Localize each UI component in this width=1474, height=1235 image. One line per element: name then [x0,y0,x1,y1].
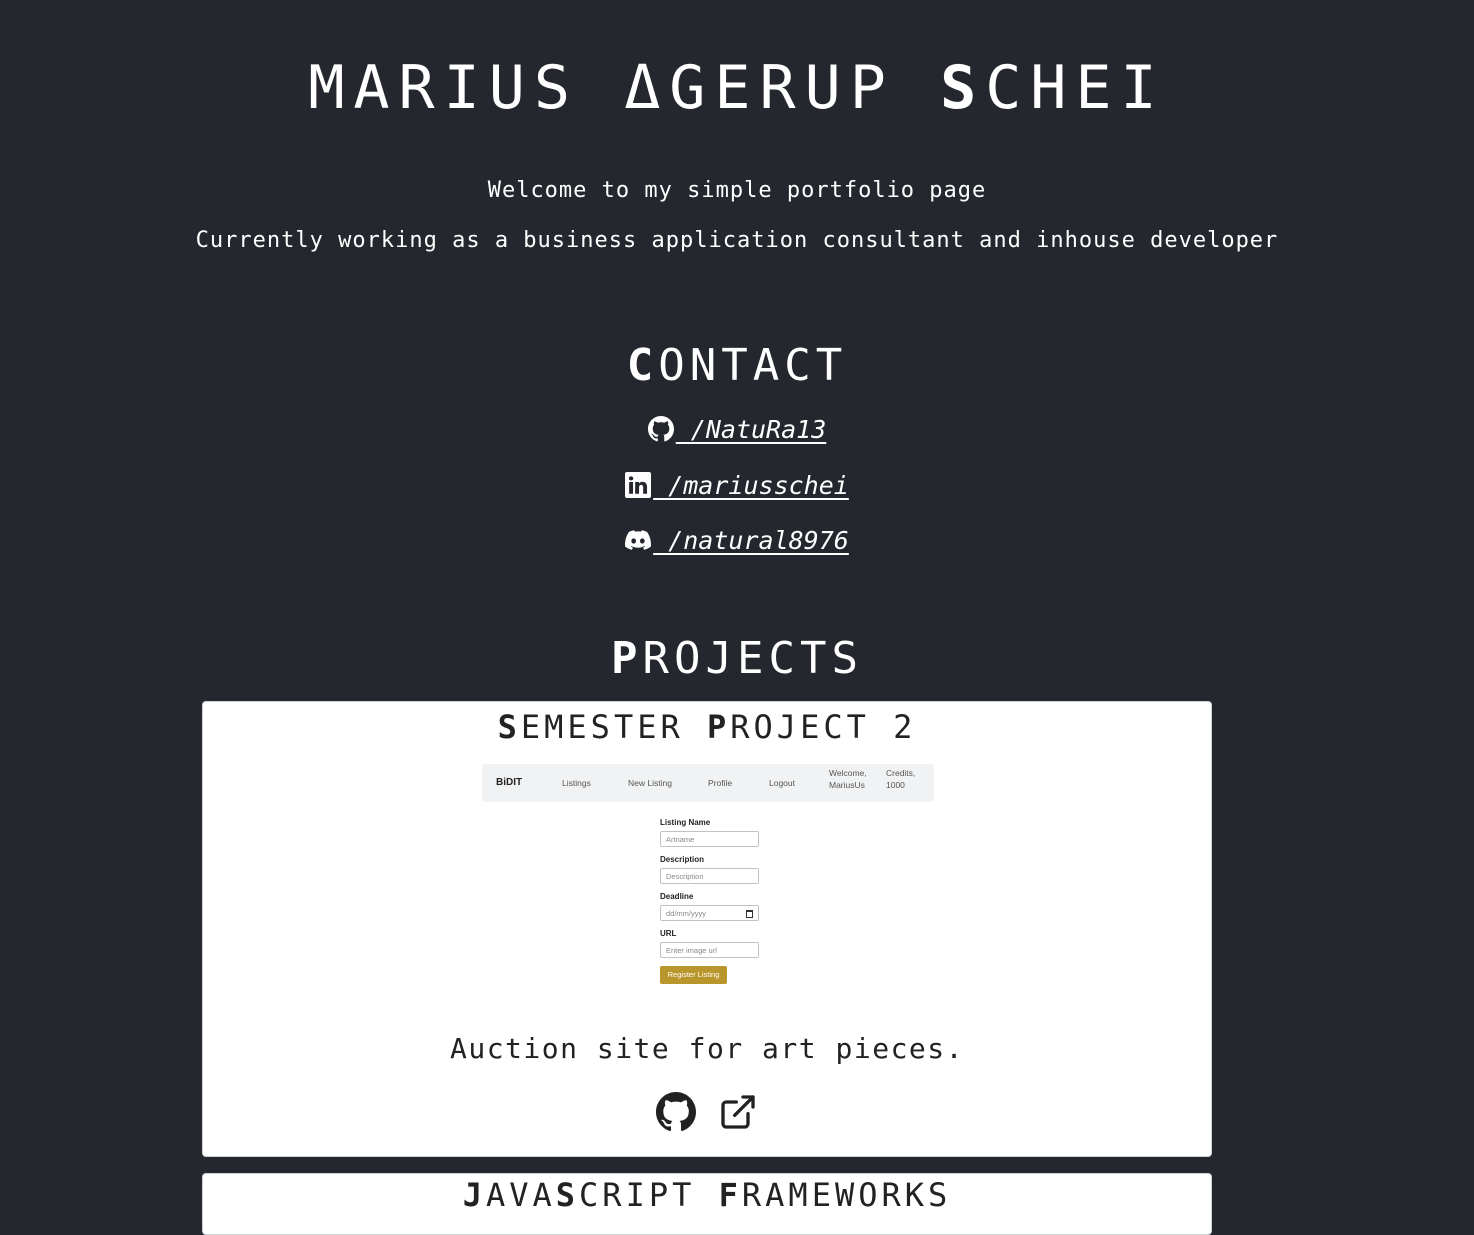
linkedin-icon [625,472,652,498]
github-icon[interactable] [656,1092,697,1136]
screenshot-field-label: Deadline [660,892,694,901]
external-link-icon[interactable] [718,1092,758,1136]
screenshot-nav-item: New Listing [628,778,672,788]
screenshot-nav-item: Logout [769,778,795,788]
calendar-icon [746,910,753,918]
title-part-1: MARIUS [308,53,625,123]
github-link-text: /NatuRa13 [675,415,827,444]
project-description: Auction site for art pieces. [449,1032,964,1065]
github-icon [647,416,674,442]
project-card: JAVASCRIPT FRAMEWORKS [202,1173,1212,1235]
screenshot-field-input: Description [660,868,759,884]
screenshot-field-input: Artname [660,831,759,847]
screenshot-register-button: Register Listing [660,966,727,984]
project-title: JAVASCRIPT FRAMEWORKS [462,1176,952,1214]
project-links [203,1092,1211,1136]
screenshot-navbar: BiDIT Listings New Listing Profile Logou… [482,764,934,802]
screenshot-field-input: Enter image url [660,942,759,958]
contact-heading: CONTACT [626,340,848,391]
screenshot-field-label: Listing Name [660,818,711,827]
screenshot-brand: BiDIT [496,777,523,788]
screenshot-field-label: URL [660,929,677,938]
linkedin-link[interactable]: /mariusschei [0,471,1474,500]
discord-link[interactable]: /natural8976 [0,526,1474,555]
screenshot-date-input: dd/mm/yyyy [660,905,759,921]
screenshot-field-label: Description [660,855,705,864]
screenshot-credits-label: Credits, [886,768,916,778]
projects-heading: PROJECTS [611,633,863,684]
discord-link-text: /natural8976 [653,526,849,555]
welcome-text: Welcome to my simple portfolio page [487,178,987,203]
discord-icon [625,530,652,550]
screenshot-nav-item: Profile [708,778,733,788]
page-title: MARIUS ΔGERUP SCHEI [0,52,1474,124]
github-link[interactable]: /NatuRa13 [0,415,1474,444]
screenshot-nav-item: Listings [562,778,591,788]
screenshot-form: Listing Name Artname Description Descrip… [660,818,770,984]
project-screenshot: BiDIT Listings New Listing Profile Logou… [482,764,934,1008]
title-part-2: ΔGERUP [624,53,941,123]
linkedin-link-text: /mariusschei [653,471,849,500]
title-part-3: SCHEI [940,53,1166,123]
screenshot-welcome: Welcome, [829,768,867,778]
project-card: SEMESTER PROJECT 2 BiDIT Listings New Li… [202,701,1212,1157]
screenshot-username: MariusUs [829,780,865,790]
screenshot-credits-value: 1000 [886,780,905,790]
project-title: SEMESTER PROJECT 2 [497,708,917,746]
tagline-text: Currently working as a business applicat… [195,228,1279,253]
